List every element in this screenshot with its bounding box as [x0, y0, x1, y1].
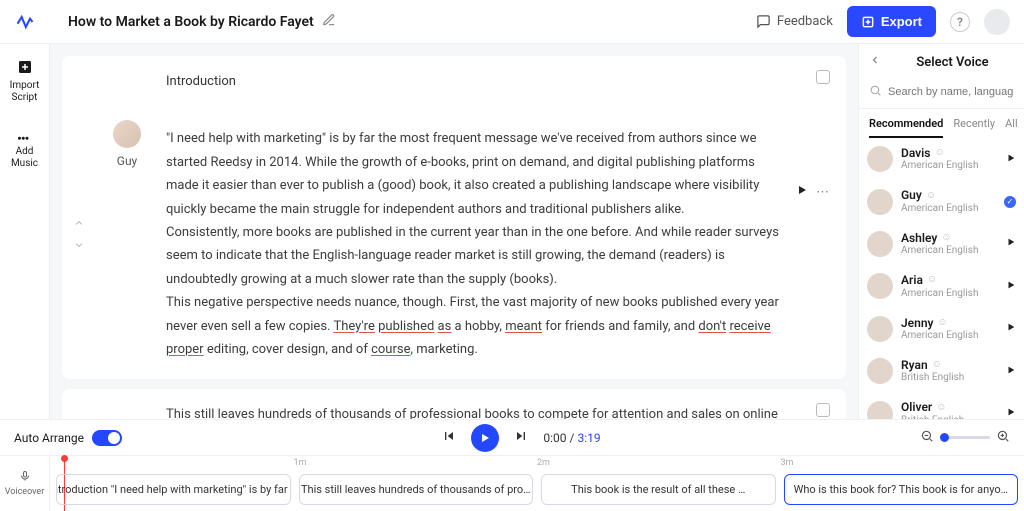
- voice-name: Guy: [901, 188, 922, 202]
- voice-row[interactable]: Ryan ☺British English: [859, 350, 1024, 392]
- voice-language: American English: [901, 288, 998, 300]
- page-title: How to Market a Book by Ricardo Fayet: [68, 13, 336, 31]
- voice-avatar: [867, 316, 893, 342]
- voice-name: Aria: [901, 273, 923, 287]
- voice-row[interactable]: Ashley ☺American English: [859, 223, 1024, 265]
- skip-back-icon[interactable]: [441, 428, 457, 448]
- smile-icon: ☺: [932, 359, 942, 371]
- skip-forward-icon[interactable]: [513, 428, 529, 448]
- voice-row[interactable]: Oliver ☺British English: [859, 392, 1024, 419]
- block-checkbox[interactable]: [816, 70, 830, 84]
- voice-avatar: [867, 231, 893, 257]
- export-button[interactable]: Export: [847, 6, 936, 37]
- zoom-in-icon[interactable]: [996, 429, 1010, 447]
- block-title: Introduction: [166, 70, 786, 93]
- add-music-label: Add Music: [11, 146, 38, 170]
- smile-icon: ☺: [941, 232, 951, 244]
- panel-title: Select Voice: [891, 55, 1014, 70]
- script-text[interactable]: This still leaves hundreds of thousands …: [166, 403, 786, 419]
- voice-row[interactable]: Davis ☺American English: [859, 138, 1024, 180]
- play-block-icon[interactable]: [796, 184, 808, 200]
- zoom-out-icon[interactable]: [920, 429, 934, 447]
- voice-play-icon[interactable]: [1006, 322, 1016, 335]
- voice-row[interactable]: Guy ☺American English ✓: [859, 180, 1024, 222]
- voice-avatar: [867, 401, 893, 419]
- voice-play-icon[interactable]: [1006, 407, 1016, 419]
- smile-icon: ☺: [938, 317, 948, 329]
- speaker-avatar[interactable]: [113, 120, 141, 148]
- auto-arrange-label: Auto Arrange: [14, 431, 84, 445]
- voice-panel: Select Voice Recommended Recently All Da…: [858, 44, 1024, 419]
- title-text: How to Market a Book by Ricardo Fayet: [68, 14, 314, 30]
- voice-avatar: [867, 189, 893, 215]
- voice-language: American English: [901, 160, 998, 172]
- block-more-icon[interactable]: ⋯: [816, 185, 830, 200]
- app-logo[interactable]: [0, 12, 50, 32]
- timeline-clip[interactable]: This still leaves hundreds of thousands …: [299, 474, 534, 505]
- top-bar: How to Market a Book by Ricardo Fayet Fe…: [0, 0, 1024, 44]
- voice-row[interactable]: Aria ☺ American English: [859, 265, 1024, 307]
- search-icon: [869, 84, 882, 100]
- timeline-clip[interactable]: This book is the result of all these …: [541, 474, 776, 505]
- tool-sidebar: Import Script Add Music: [0, 44, 50, 419]
- voice-language: American English: [901, 203, 996, 215]
- export-label: Export: [881, 14, 922, 29]
- voice-language: American English: [901, 245, 998, 257]
- play-button[interactable]: [471, 424, 499, 452]
- add-music-button[interactable]: Add Music: [11, 124, 38, 170]
- smile-icon: ☺: [927, 274, 937, 286]
- tab-recently[interactable]: Recently: [953, 117, 995, 138]
- auto-arrange-toggle[interactable]: [92, 430, 122, 446]
- voice-play-icon[interactable]: [1006, 153, 1016, 166]
- user-avatar[interactable]: [984, 9, 1010, 35]
- voice-play-icon[interactable]: [1006, 280, 1016, 293]
- chevron-down-icon[interactable]: [73, 239, 85, 255]
- smile-icon: ☺: [936, 402, 946, 414]
- timeline-body[interactable]: 1m 2m 3m Introduction "I need help with …: [50, 456, 1024, 511]
- block-checkbox[interactable]: [816, 403, 830, 417]
- voice-play-icon[interactable]: [1006, 237, 1016, 250]
- zoom-slider[interactable]: [940, 436, 990, 439]
- voice-avatar: [867, 146, 893, 172]
- time-display: 0:00 / 3:19: [543, 431, 600, 445]
- feedback-label: Feedback: [777, 14, 833, 29]
- voice-name: Ryan: [901, 358, 928, 372]
- import-script-button[interactable]: Import Script: [10, 58, 40, 104]
- script-block[interactable]: Guy Introduction "I need help with marke…: [62, 56, 846, 379]
- voice-row[interactable]: Jenny ☺American English: [859, 308, 1024, 350]
- script-text[interactable]: Introduction "I need help with marketing…: [166, 70, 786, 361]
- voice-name: Jenny: [901, 316, 934, 330]
- help-icon[interactable]: ?: [950, 12, 970, 32]
- script-block[interactable]: Guy This still leaves hundreds of thousa…: [62, 389, 846, 419]
- feedback-button[interactable]: Feedback: [756, 14, 833, 29]
- voice-avatar: [867, 273, 893, 299]
- voice-name: Davis: [901, 146, 930, 160]
- voice-play-icon[interactable]: [1006, 365, 1016, 378]
- timeline-clip[interactable]: Introduction "I need help with marketing…: [56, 474, 291, 505]
- play-bar: Auto Arrange 0:00 / 3:19: [0, 419, 1024, 455]
- voice-language: British English: [901, 372, 998, 384]
- smile-icon: ☺: [926, 190, 936, 202]
- voice-name: Oliver: [901, 400, 932, 414]
- script-editor: Guy Introduction "I need help with marke…: [50, 44, 858, 419]
- voice-search-input[interactable]: [888, 86, 1014, 98]
- chevron-up-icon[interactable]: [73, 217, 85, 233]
- smile-icon: ☺: [934, 147, 944, 159]
- edit-title-icon[interactable]: [322, 13, 336, 31]
- timeline-track-label: Voiceover: [5, 487, 45, 497]
- speaker-name: Guy: [117, 154, 137, 168]
- mic-icon: [19, 470, 31, 485]
- voice-avatar: [867, 358, 893, 384]
- voice-language: American English: [901, 330, 998, 342]
- voice-selected-icon: ✓: [1004, 196, 1016, 208]
- timeline: Voiceover 1m 2m 3m Introduction "I need …: [0, 455, 1024, 511]
- timeline-clip[interactable]: Who is this book for? This book is for a…: [784, 474, 1019, 505]
- tab-all[interactable]: All: [1005, 117, 1018, 138]
- import-script-label: Import Script: [10, 80, 40, 104]
- voice-name: Ashley: [901, 231, 937, 245]
- tab-recommended[interactable]: Recommended: [869, 117, 943, 138]
- panel-back-icon[interactable]: [869, 54, 881, 70]
